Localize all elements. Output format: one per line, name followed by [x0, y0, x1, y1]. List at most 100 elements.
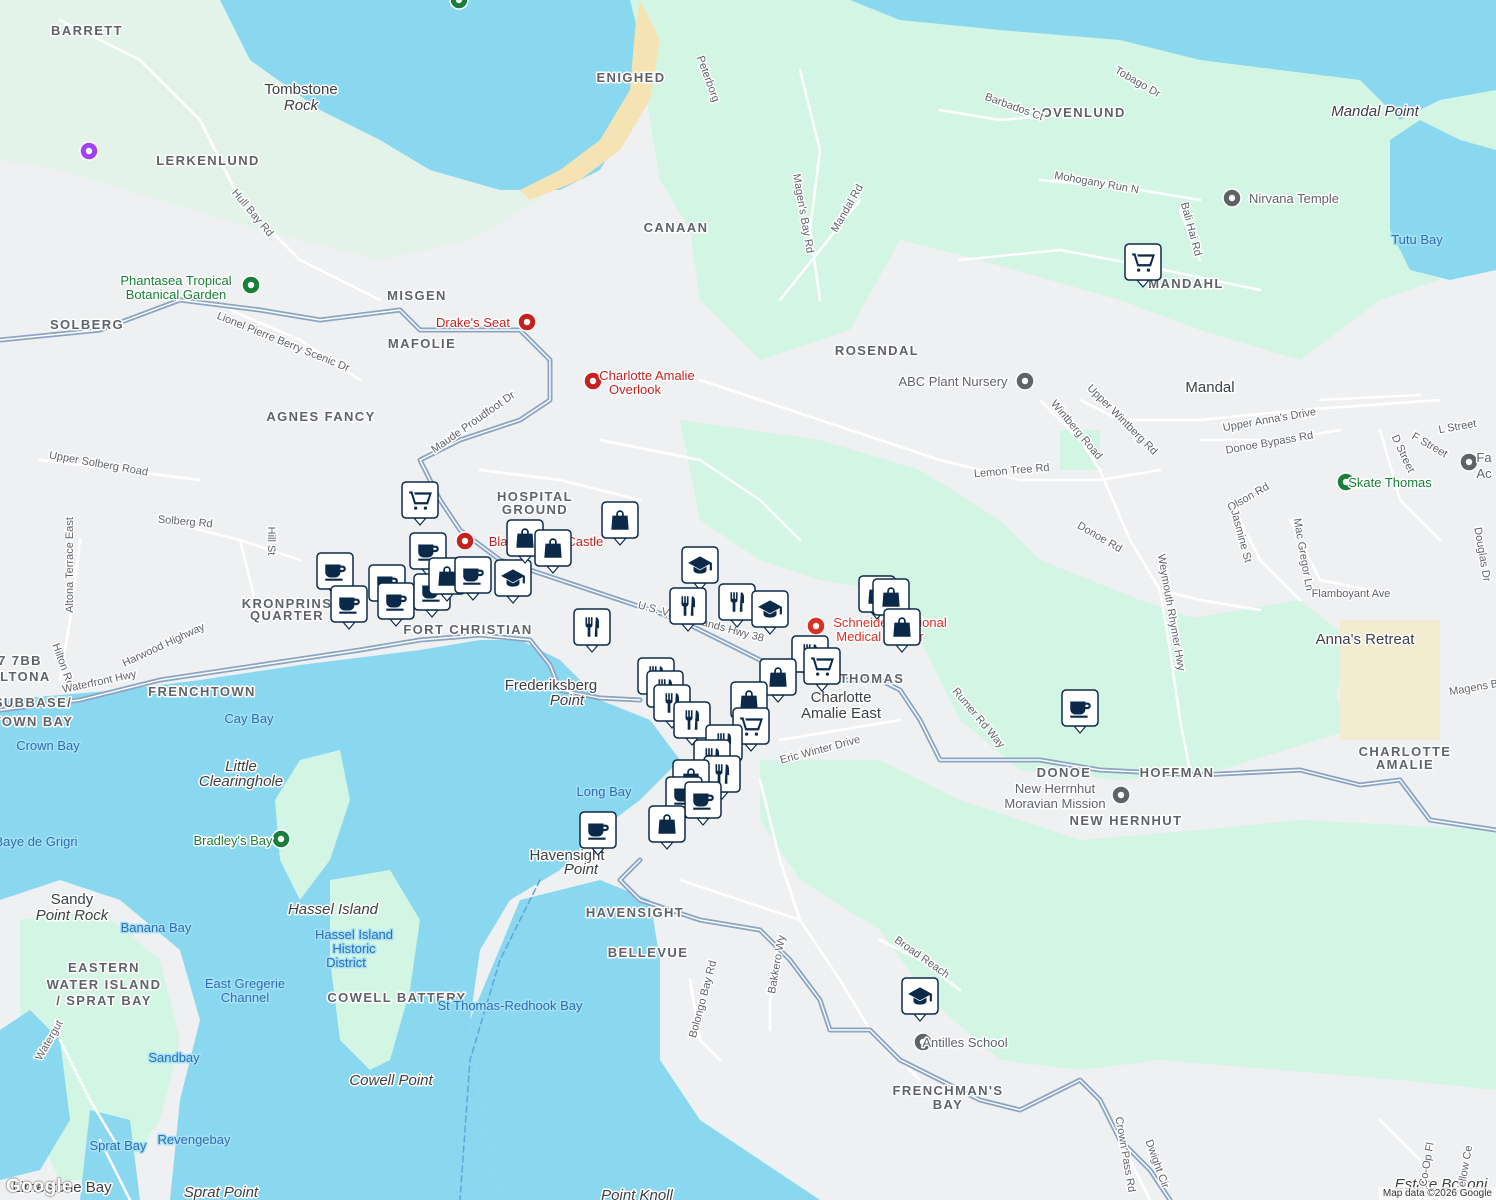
poi-pin-dot [277, 835, 285, 843]
school-marker-icon[interactable] [751, 590, 789, 635]
map-label-poi[interactable]: Drake's Seat [434, 314, 511, 332]
marker-frame [718, 583, 756, 621]
map-label-area: HAVENSIGHT [586, 905, 684, 920]
map-label-place: Clearinghole [199, 773, 283, 790]
map-label-place: Point [564, 861, 599, 878]
map-attribution: Map data ©2026 Google [1378, 1187, 1496, 1200]
restaurant-marker-icon[interactable] [718, 583, 756, 628]
map-label-poi[interactable]: Skate Thomas [1347, 474, 1434, 492]
cafe-marker-icon[interactable] [454, 556, 492, 601]
cafe-marker-icon[interactable] [377, 582, 415, 627]
map-label-poi[interactable]: Botanical Garden [124, 286, 227, 304]
school-marker-icon[interactable] [901, 977, 939, 1022]
map-label-place: Cowell Point [349, 1072, 433, 1089]
map-label-area: AGNES FANCY [266, 409, 375, 424]
shopping-marker-icon[interactable] [534, 529, 572, 574]
shopping-marker-icon[interactable] [601, 501, 639, 546]
map-label-area: DONOE [1037, 765, 1092, 780]
map-label-poi[interactable]: Antilles School [921, 1034, 1009, 1052]
map-label-area: ENIGHED [596, 70, 665, 85]
poi-pin-dot [1228, 194, 1236, 202]
map-label-poi[interactable]: ABC Plant Nursery [897, 373, 1010, 391]
map-label-place: Anna's Retreat [1316, 631, 1416, 648]
map-canvas[interactable]: BARRETT ENIGHED LOVENLUND LERKENLUND CANAAN M… [0, 0, 1496, 1200]
map-label-place: Tombstone [264, 81, 337, 98]
map-label-street: Flamboyant Ave [1312, 588, 1391, 600]
cafe-marker-icon[interactable] [579, 811, 617, 856]
map-label-water: East Gregerie [205, 976, 285, 991]
map-label-area: FORT CHRISTIAN [403, 622, 532, 637]
poi-pin-dot [523, 318, 531, 326]
marker-frame [573, 608, 611, 646]
school-marker-icon[interactable] [494, 559, 532, 604]
marker-frame [669, 587, 707, 625]
map-label-place: Point [550, 692, 585, 709]
map-label-area: BELLEVUE [608, 945, 689, 960]
map-label-area: EASTERN [68, 960, 140, 975]
map-label-area: MAFOLIE [388, 336, 456, 351]
map-label-water: District [326, 955, 366, 970]
restaurant-marker-icon[interactable] [573, 608, 611, 653]
map-label-place: Amalie East [801, 705, 882, 722]
map-label-poi[interactable]: Bradley's Bay [192, 832, 275, 850]
map-label-area: NEW HERNHUT [1070, 813, 1183, 828]
shopping-marker-icon[interactable] [648, 805, 686, 850]
map-label-area: THOMAS [840, 671, 905, 686]
map-label-poi[interactable]: Fa [1475, 449, 1494, 467]
map-label-place: Rock [284, 97, 320, 114]
map-label-area: FRENCHMAN'S [893, 1083, 1004, 1098]
map-label-area: QUARTER [250, 608, 324, 623]
map-label-poi[interactable]: Ac [1475, 465, 1494, 483]
map-label-place: Point Rock [36, 907, 110, 924]
poi-pin-dot [1117, 791, 1125, 799]
map-label-water: Long Bay [577, 784, 632, 799]
map-label-poi[interactable]: Phantasea Tropical [119, 272, 233, 290]
map-label-water: St Thomas-Redhook Bay [438, 998, 583, 1013]
poi-pin-dot [1465, 458, 1473, 466]
map-label-area: ALTONA [0, 669, 51, 684]
map-label-area: TOWN BAY [0, 714, 73, 729]
poi-pin-dot [589, 377, 597, 385]
map-label-water: Baye de Grigri [0, 834, 78, 849]
cafe-marker-icon[interactable] [684, 781, 722, 826]
map-label-area: 7 7BB [0, 653, 42, 668]
grocery-marker-icon[interactable] [1124, 243, 1162, 288]
map-label-poi[interactable]: Moravian Mission [1003, 795, 1107, 813]
map-label-place: Point Knoll [601, 1187, 673, 1200]
map-label-water: Historic [332, 941, 376, 956]
school-marker-icon[interactable] [681, 546, 719, 591]
map-label-water: Sprat Bay [89, 1138, 147, 1153]
map-label-poi[interactable]: Nirvana Temple [1247, 190, 1340, 208]
poi-pin-dot [461, 537, 469, 545]
map-label-street: Altona Terrace East [64, 517, 76, 613]
map-label-water: Channel [221, 990, 270, 1005]
map-label-water: Tutu Bay [1391, 232, 1443, 247]
map-label-water: Hassel Island [315, 927, 393, 942]
map-label-place: Sprat Point [184, 1184, 259, 1200]
poi-pin-dot [812, 622, 820, 630]
google-logo: Google [6, 1176, 73, 1197]
shopping-marker-icon[interactable] [883, 608, 921, 653]
poi-pin-dot [247, 281, 255, 289]
restaurant-marker-icon[interactable] [669, 587, 707, 632]
map-label-area: LERKENLUND [156, 153, 260, 168]
map-label-area: GROUND [502, 502, 568, 517]
map-label-place: Hassel Island [288, 901, 379, 918]
poi-pin-dot [85, 147, 93, 155]
map-label-area: SUBBASE/ [0, 695, 72, 710]
restaurant-marker-icon[interactable] [673, 701, 711, 746]
cafe-marker-icon[interactable] [330, 585, 368, 630]
grocery-marker-icon[interactable] [401, 481, 439, 526]
map-label-water: Cay Bay [224, 711, 274, 726]
poi-pin-dot [1021, 377, 1029, 385]
grocery-marker-icon[interactable] [803, 647, 841, 692]
map-label-water: Revengebay [158, 1132, 231, 1147]
map-label-water: Banana Bay [121, 920, 192, 935]
map-label-poi[interactable]: New Herrnhut [1013, 780, 1097, 798]
cafe-marker-icon[interactable] [1061, 689, 1099, 734]
map-label-poi[interactable]: Overlook [607, 381, 663, 399]
map-label-area: LOVENLUND [1032, 105, 1126, 120]
map-label-area: ROSENDAL [835, 343, 919, 358]
map-label-poi[interactable]: Charlotte Amalie [598, 367, 696, 385]
map-label-area: AMALIE [1376, 757, 1434, 772]
